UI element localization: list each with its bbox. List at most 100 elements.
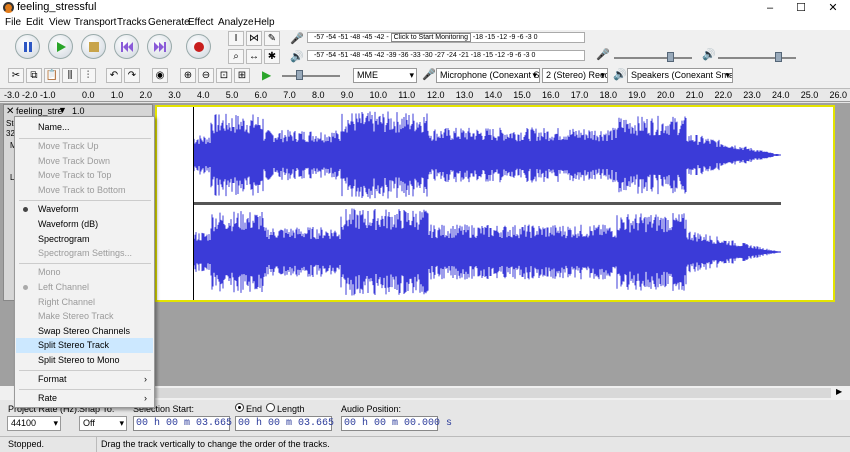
track-name-button[interactable]: feeling_stre — [16, 106, 63, 116]
menu-split-stereo[interactable]: Split Stereo Track — [16, 338, 153, 353]
menu-tracks[interactable]: Tracks — [117, 16, 147, 29]
draw-tool[interactable]: ✎ — [264, 31, 280, 46]
ruler-tick: 7.0 — [283, 90, 296, 100]
recording-volume-slider[interactable] — [614, 57, 692, 59]
ruler-tick: 18.0 — [599, 90, 618, 100]
scroll-right-icon[interactable]: ▶ — [836, 387, 842, 396]
menu-effect[interactable]: Effect — [188, 16, 213, 29]
time-shift-tool[interactable]: ↔ — [246, 49, 262, 64]
copy-button[interactable]: ⧉ — [26, 68, 42, 83]
output-device-select[interactable]: Speakers (Conexant Smar — [627, 68, 733, 83]
menu-move-track-top[interactable]: Move Track to Top — [16, 168, 153, 183]
stop-button[interactable] — [81, 34, 106, 59]
menu-analyze[interactable]: Analyze — [218, 16, 254, 29]
cut-button[interactable]: ✂ — [8, 68, 24, 83]
menu-file[interactable]: File — [5, 16, 21, 29]
skip-to-start-button[interactable] — [114, 34, 139, 59]
length-radio-label: Length — [277, 404, 305, 414]
fit-selection-button[interactable]: ⊡ — [216, 68, 232, 83]
audio-clip[interactable] — [192, 107, 781, 300]
trim-button[interactable]: ⫼ — [62, 68, 78, 83]
input-device-icon: 🎤 — [422, 69, 436, 81]
envelope-tool[interactable]: ⋈ — [246, 31, 262, 46]
status-bar: Stopped. Drag the track vertically to ch… — [0, 436, 850, 452]
channels-select[interactable]: 2 (Stereo) Reco — [542, 68, 608, 83]
menu-make-stereo[interactable]: Make Stereo Track — [16, 309, 153, 324]
playback-meter[interactable]: -57 -54 -51 -48 -45 -42 -39 -36 -33 -30 … — [307, 50, 585, 61]
selection-end-field[interactable]: 00 h 00 m 03.665 s — [235, 416, 346, 431]
record-button[interactable] — [186, 34, 211, 59]
sync-lock-button[interactable]: ◉ — [152, 68, 168, 83]
menu-rate[interactable]: Rate › — [16, 391, 153, 406]
redo-button[interactable]: ↷ — [124, 68, 140, 83]
zoom-in-button[interactable]: ⊕ — [180, 68, 196, 83]
ruler-tick: 22.0 — [714, 90, 733, 100]
menu-spectrogram-settings[interactable]: Spectrogram Settings... — [16, 246, 153, 261]
start-monitoring-prompt[interactable]: Click to Start Monitoring — [390, 33, 471, 42]
length-radio[interactable] — [266, 403, 275, 412]
fit-project-button[interactable]: ⊞ — [234, 68, 250, 83]
play-at-speed-icon[interactable]: ▶ — [262, 68, 271, 82]
menu-swap-stereo[interactable]: Swap Stereo Channels — [16, 324, 153, 339]
zoom-out-button[interactable]: ⊖ — [198, 68, 214, 83]
ruler-tick: 14.0 — [484, 90, 503, 100]
menu-help[interactable]: Help — [254, 16, 275, 29]
menu-move-track-bottom[interactable]: Move Track to Bottom — [16, 183, 153, 198]
recording-volume-thumb[interactable] — [667, 52, 674, 62]
record-meter[interactable]: -57 -54 -51 -48 -45 -42 - Click to Start… — [307, 32, 585, 43]
record-meter-icon[interactable]: 🎤 — [290, 32, 304, 45]
menu-waveform-db[interactable]: Waveform (dB) — [16, 217, 153, 232]
menu-generate[interactable]: Generate — [148, 16, 190, 29]
play-button[interactable] — [48, 34, 73, 59]
play-speed-slider[interactable] — [282, 75, 340, 77]
menu-name[interactable]: Name... — [16, 120, 153, 135]
toolbar: I ⋈ ✎ ⌕ ↔ ✱ 🎤 -57 -54 -51 -48 -45 -42 - … — [0, 30, 850, 88]
project-rate-select[interactable]: 44100 — [7, 416, 61, 431]
selection-tool[interactable]: I — [228, 31, 244, 46]
menu-right-channel[interactable]: Right Channel — [16, 295, 153, 310]
end-radio[interactable] — [235, 403, 244, 412]
undo-button[interactable]: ↶ — [106, 68, 122, 83]
minimize-button[interactable]: – — [755, 0, 785, 16]
ruler-tick: 26.0 — [829, 90, 848, 100]
audio-position-field[interactable]: 00 h 00 m 00.000 s — [341, 416, 452, 431]
menu-move-track-up[interactable]: Move Track Up — [16, 139, 153, 154]
menu-view[interactable]: View — [49, 16, 71, 29]
speaker-volume-icon: 🔊 — [702, 49, 716, 61]
menu-format[interactable]: Format › — [16, 372, 153, 387]
play-icon — [57, 42, 66, 52]
paste-button[interactable]: 📋 — [44, 68, 60, 83]
ruler-tick: 2.0 — [139, 90, 153, 100]
menu-separator — [19, 263, 151, 264]
menu-edit[interactable]: Edit — [26, 16, 43, 29]
track-menu-arrow-icon[interactable]: ▼ — [58, 105, 67, 115]
menu-spectrogram[interactable]: Spectrogram — [16, 232, 153, 247]
menu-left-channel[interactable]: Left Channel — [16, 280, 153, 295]
playback-volume-slider[interactable] — [718, 57, 796, 59]
play-speed-thumb[interactable] — [296, 70, 303, 80]
timeline-ruler[interactable]: -3.0 -2.0 -1.0 0.0 1.0 2.0 3.0 4.0 5.0 6.0 7.0 8… — [0, 88, 850, 102]
menu-separator — [19, 200, 151, 201]
menu-waveform[interactable]: Waveform — [16, 202, 153, 217]
multi-tool[interactable]: ✱ — [264, 49, 280, 64]
audio-host-select[interactable]: MME — [353, 68, 417, 83]
scrollbar-thumb[interactable] — [155, 388, 831, 398]
close-window-button[interactable]: ✕ — [818, 0, 848, 16]
playback-meter-icon[interactable]: 🔊 — [290, 50, 304, 63]
input-device-select[interactable]: Microphone (Conexant Sr — [436, 68, 540, 83]
skip-to-end-button[interactable] — [147, 34, 172, 59]
silence-button[interactable]: ⫶ — [80, 68, 96, 83]
pause-button[interactable] — [15, 34, 40, 59]
ruler-tick: 23.0 — [743, 90, 761, 100]
menu-move-track-down[interactable]: Move Track Down — [16, 154, 153, 169]
menu-transport[interactable]: Transport — [74, 16, 116, 29]
playback-volume-thumb[interactable] — [775, 52, 782, 62]
menu-split-stereo-mono[interactable]: Split Stereo to Mono — [16, 353, 153, 368]
track-context-menu: Name... Move Track Up Move Track Down Mo… — [14, 116, 155, 408]
maximize-button[interactable]: ☐ — [786, 0, 816, 16]
menu-mono[interactable]: Mono — [16, 265, 153, 280]
skip-end-icon — [154, 42, 166, 52]
zoom-tool[interactable]: ⌕ — [228, 49, 244, 64]
selection-start-field[interactable]: 00 h 00 m 03.665 s — [133, 416, 244, 431]
snap-to-select[interactable]: Off — [79, 416, 127, 431]
